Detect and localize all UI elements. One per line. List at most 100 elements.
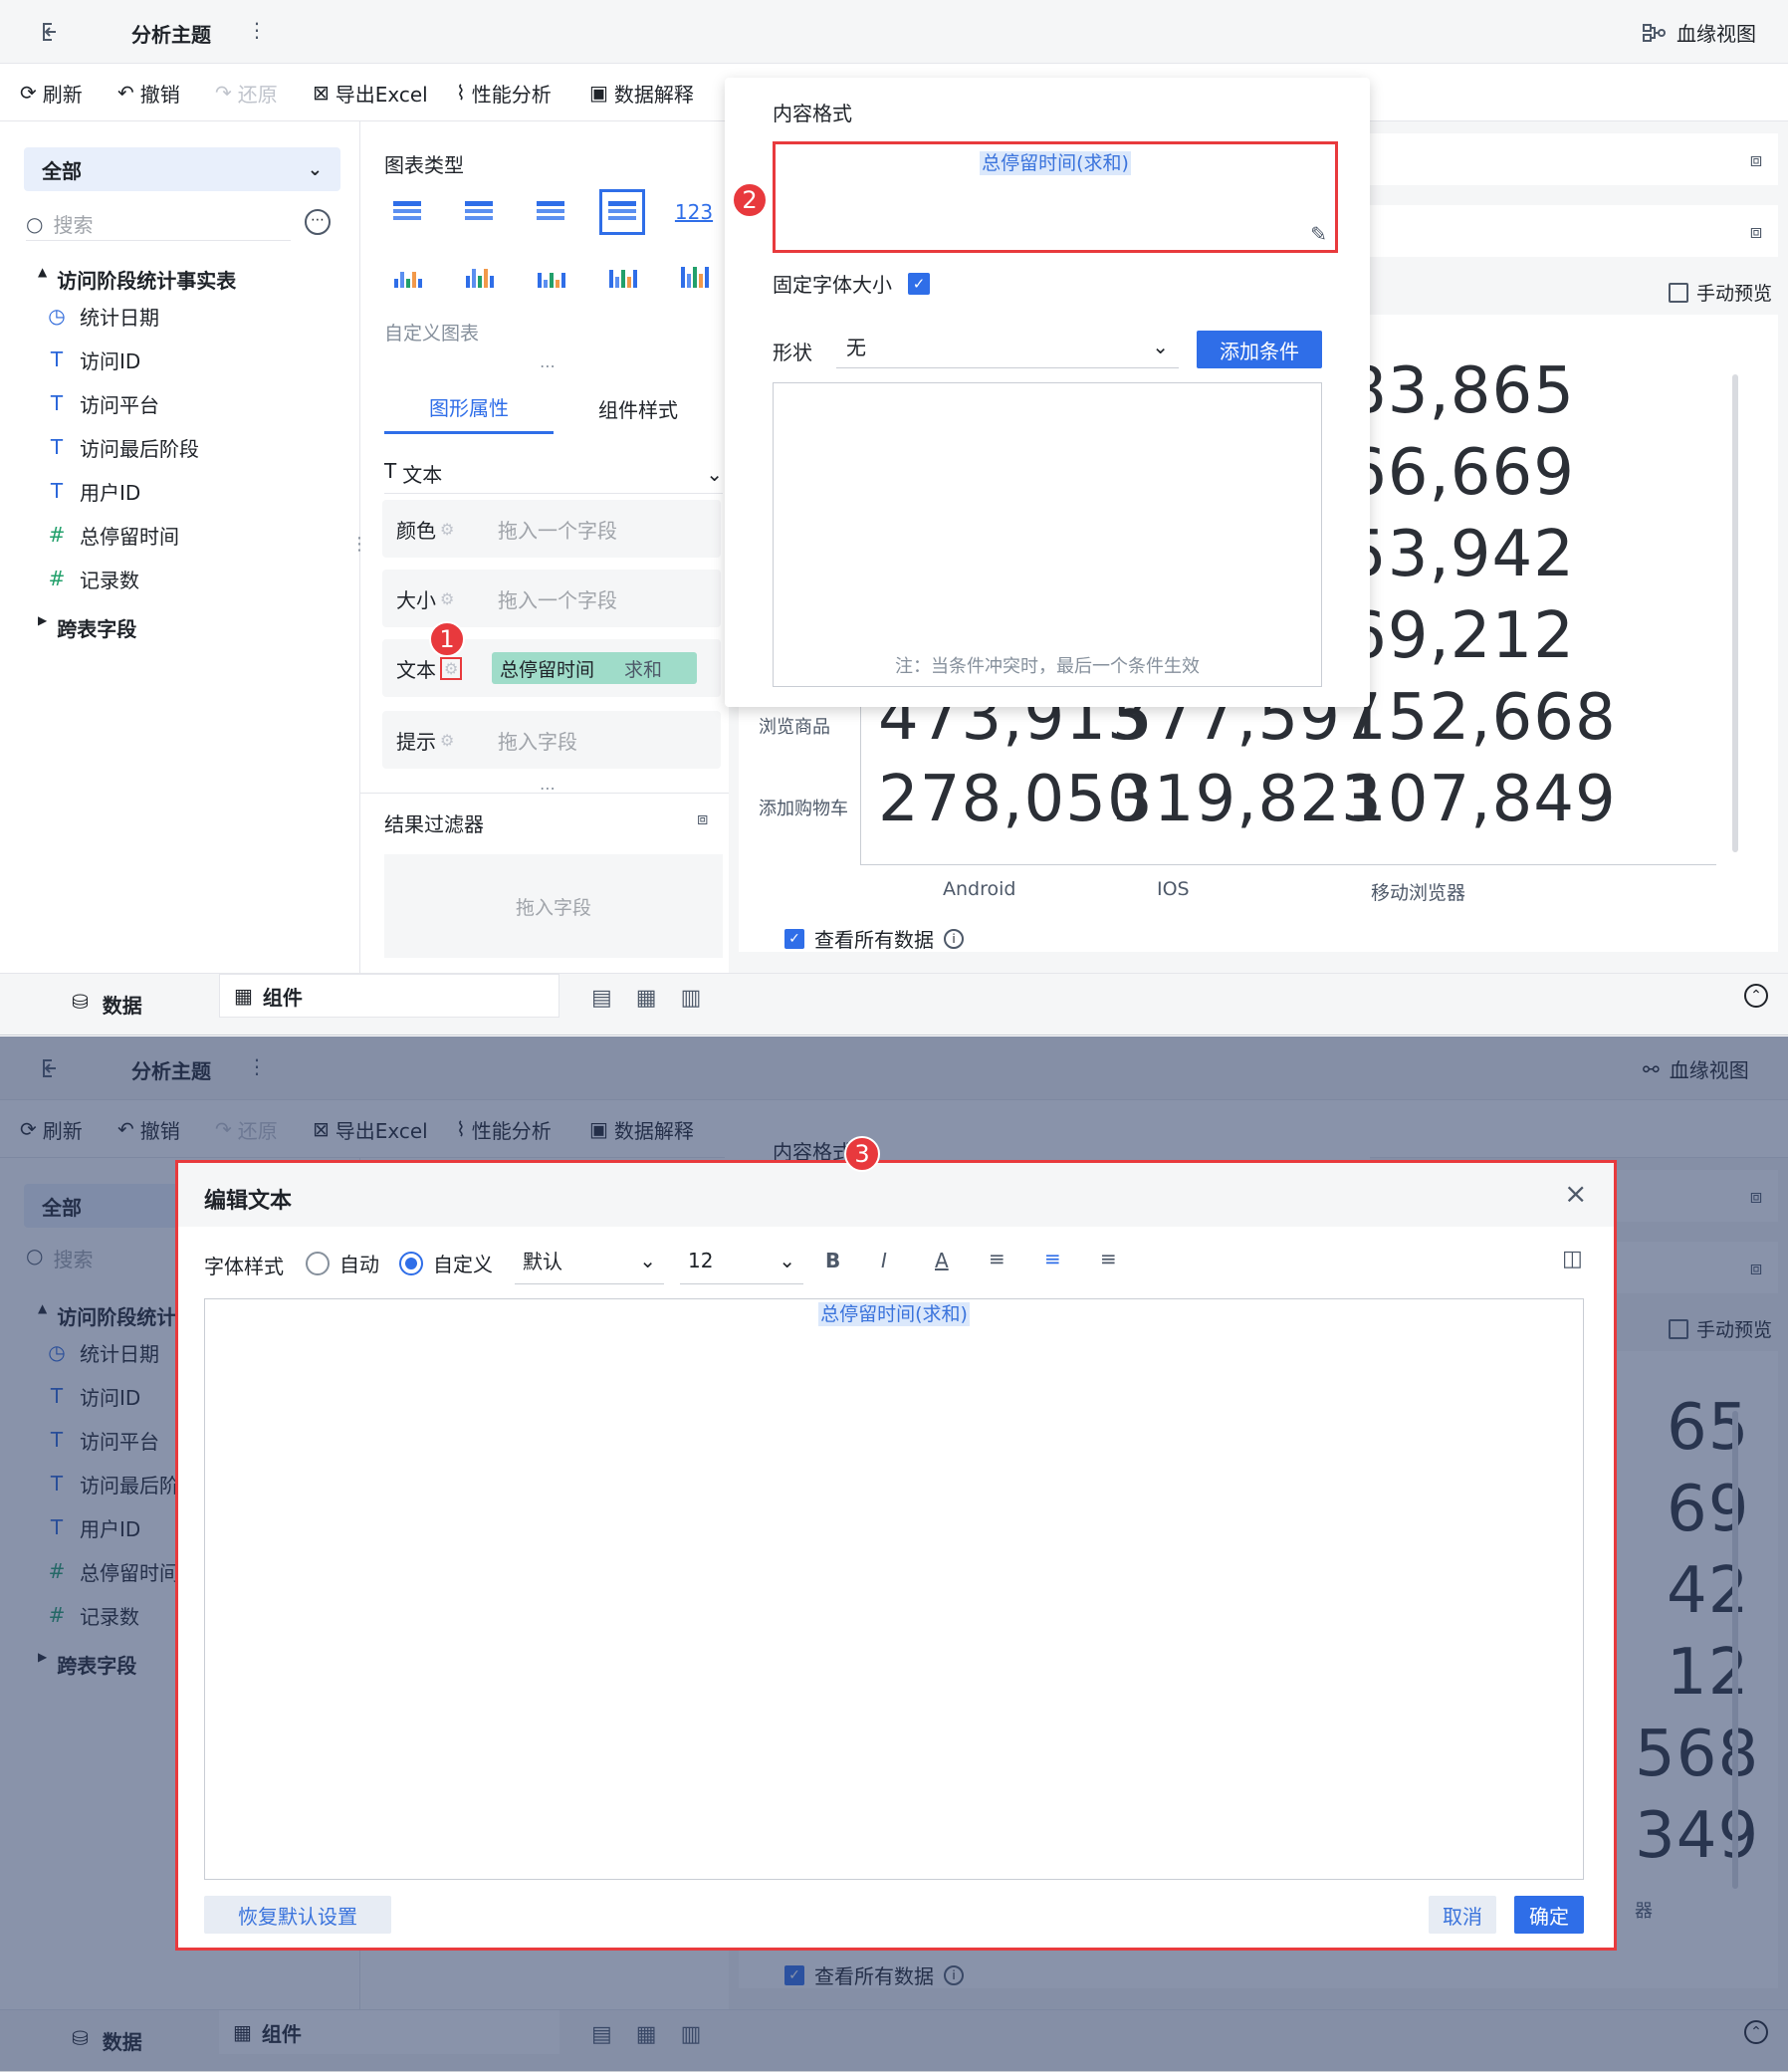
filter-drop-label: 拖入字段	[515, 896, 591, 919]
row-label: 添加购物车	[759, 799, 848, 819]
component-tab[interactable]: ▦ 组件	[219, 974, 559, 1018]
cross-table-icon[interactable]	[456, 189, 502, 235]
gear-icon[interactable]: ⚙	[440, 731, 454, 750]
filter-drop-zone[interactable]: 拖入字段	[384, 854, 723, 958]
text-value[interactable]: 107,849	[1346, 763, 1617, 836]
prop-tooltip[interactable]: 提示 ⚙ 拖入字段	[382, 711, 721, 769]
cross-table-fields[interactable]: ▶ 跨表字段	[38, 613, 136, 642]
align-center-icon[interactable]: ≡	[1044, 1247, 1061, 1270]
edit-pencil-icon[interactable]: ✎	[1310, 222, 1327, 246]
tab-graphic-properties[interactable]: 图形属性	[384, 382, 554, 434]
prop-color[interactable]: 颜色 ⚙ 拖入一个字段	[382, 500, 721, 558]
collapse-up-icon[interactable]: ⌃	[1744, 984, 1768, 1008]
field-label: 访问平台	[80, 392, 159, 417]
field-item[interactable]: T 访问平台	[46, 388, 159, 418]
shape-select[interactable]: 无 ⌄	[836, 325, 1179, 368]
content-expression-box[interactable]: 总停留时间(求和) ✎	[773, 141, 1338, 253]
manual-preview-checkbox[interactable]: 手动预览	[1669, 279, 1772, 306]
font-style-label: 字体样式	[204, 1255, 284, 1278]
column-label: IOS	[1157, 878, 1190, 900]
data-tab[interactable]: ⛁ 数据	[72, 990, 142, 1019]
redo-button[interactable]: ↷还原	[215, 80, 278, 107]
field-item[interactable]: ◷ 统计日期	[46, 301, 159, 331]
undo-label: 撤销	[139, 82, 180, 107]
text-value[interactable]: 83,865	[1346, 354, 1575, 428]
top-bar: 分析主题 ⋮ 血缘视图	[0, 0, 1788, 64]
text-value[interactable]: 278,050	[878, 763, 1149, 836]
font-size-select[interactable]: 12 ⌄	[680, 1237, 803, 1284]
fixed-font-size-checkbox[interactable]: 固定字体大小 ✓	[773, 269, 930, 298]
field-search-input[interactable]: ○ 搜索	[26, 207, 291, 241]
bold-icon[interactable]: B	[825, 1249, 840, 1272]
more-menu-icon[interactable]: ⋮	[247, 18, 267, 42]
filter-config-icon[interactable]: ⧈	[697, 808, 708, 829]
info-icon[interactable]: i	[944, 928, 964, 949]
cancel-button[interactable]: 取消	[1429, 1896, 1496, 1934]
clock-icon: ◷	[48, 304, 66, 328]
field-label: 访问ID	[80, 348, 141, 373]
text-editor-area[interactable]: 总停留时间(求和)	[204, 1298, 1584, 1880]
prop-size[interactable]: 大小 ⚙ 拖入一个字段	[382, 570, 721, 627]
undo-button[interactable]: ↶撤销	[117, 80, 180, 107]
field-label: 记录数	[80, 568, 139, 592]
add-condition-label: 添加条件	[1220, 339, 1299, 363]
field-item[interactable]: T 访问ID	[46, 345, 140, 374]
tab-component-style[interactable]: 组件样式	[554, 382, 723, 434]
table-node[interactable]: ▲ 访问阶段统计事实表	[38, 265, 236, 294]
align-left-icon[interactable]: ≡	[989, 1247, 1006, 1270]
field-item[interactable]: T 访问最后阶段	[46, 432, 199, 462]
perf-analysis-button[interactable]: ⌇性能分析	[456, 80, 552, 107]
mark-type-select[interactable]: T 文本 ⌄	[384, 454, 723, 494]
insert-field-icon[interactable]: ◫	[1562, 1247, 1583, 1271]
text-value[interactable]: 66,669	[1346, 436, 1575, 510]
confirm-button[interactable]: 确定	[1514, 1896, 1584, 1934]
gear-icon[interactable]: ⚙	[440, 589, 454, 608]
view-all-data-checkbox[interactable]: ✓ 查看所有数据 i	[784, 924, 964, 953]
add-component-icons[interactable]: ▤▦▥	[591, 986, 725, 1011]
config-icon[interactable]: ⧈	[1734, 133, 1778, 185]
add-condition-button[interactable]: 添加条件	[1197, 331, 1322, 368]
data-explain-button[interactable]: ▣数据解释	[589, 80, 694, 107]
text-chart-icon[interactable]	[599, 189, 645, 235]
more-options-icon[interactable]: ⋯	[305, 209, 331, 235]
refresh-button[interactable]: ⟳刷新	[20, 80, 83, 107]
drag-handle-icon[interactable]: ⋯	[540, 356, 556, 375]
kpi-icon[interactable]: 123	[671, 189, 717, 235]
component-icon: ▦	[234, 984, 253, 1008]
grouped-bar-icon[interactable]	[599, 253, 645, 299]
table-icon[interactable]	[384, 189, 430, 235]
italic-icon[interactable]: I	[881, 1249, 887, 1272]
gear-icon[interactable]: ⚙	[440, 520, 454, 539]
font-color-icon[interactable]: A	[935, 1249, 949, 1272]
text-field-pill[interactable]: 总停留时间 求和	[492, 652, 697, 684]
detail-table-icon[interactable]	[528, 189, 573, 235]
lineage-view-button[interactable]: 血缘视图	[1643, 18, 1756, 47]
drag-handle-icon[interactable]: ⋯	[540, 779, 556, 798]
close-icon[interactable]: ×	[1564, 1177, 1587, 1210]
export-excel-button[interactable]: ⊠导出Excel	[313, 80, 428, 107]
table-dropdown[interactable]: 全部 ⌄	[24, 147, 340, 191]
scrollbar[interactable]	[1732, 374, 1738, 852]
scatter-icon[interactable]	[384, 253, 430, 299]
text-value[interactable]: 69,212	[1346, 599, 1575, 673]
field-item[interactable]: T 用户ID	[46, 476, 140, 506]
waterfall-icon[interactable]	[671, 253, 717, 299]
text-value[interactable]: 53,942	[1346, 518, 1575, 591]
reset-default-button[interactable]: 恢复默认设置	[204, 1896, 391, 1934]
field-item[interactable]: # 记录数	[46, 564, 139, 593]
config-icon[interactable]: ⧈	[1734, 205, 1778, 257]
chevron-down-icon: ⌄	[779, 1248, 795, 1272]
column-chart-icon[interactable]	[528, 253, 573, 299]
gear-icon[interactable]: ⚙	[440, 656, 463, 680]
bar-chart-icon[interactable]	[456, 253, 502, 299]
font-family-select[interactable]: 默认 ⌄	[515, 1237, 664, 1284]
align-right-icon[interactable]: ≡	[1100, 1247, 1117, 1270]
text-value[interactable]: 319,823	[1112, 763, 1383, 836]
text-value[interactable]: 152,668	[1346, 681, 1617, 755]
theme-title[interactable]: 分析主题	[131, 19, 211, 48]
field-item[interactable]: # 总停留时间	[46, 520, 179, 550]
exit-icon[interactable]	[36, 18, 64, 46]
radio-auto[interactable]: 自动	[306, 1249, 379, 1277]
editor-content: 总停留时间(求和)	[205, 1299, 1583, 1326]
radio-custom[interactable]: 自定义	[399, 1249, 493, 1277]
